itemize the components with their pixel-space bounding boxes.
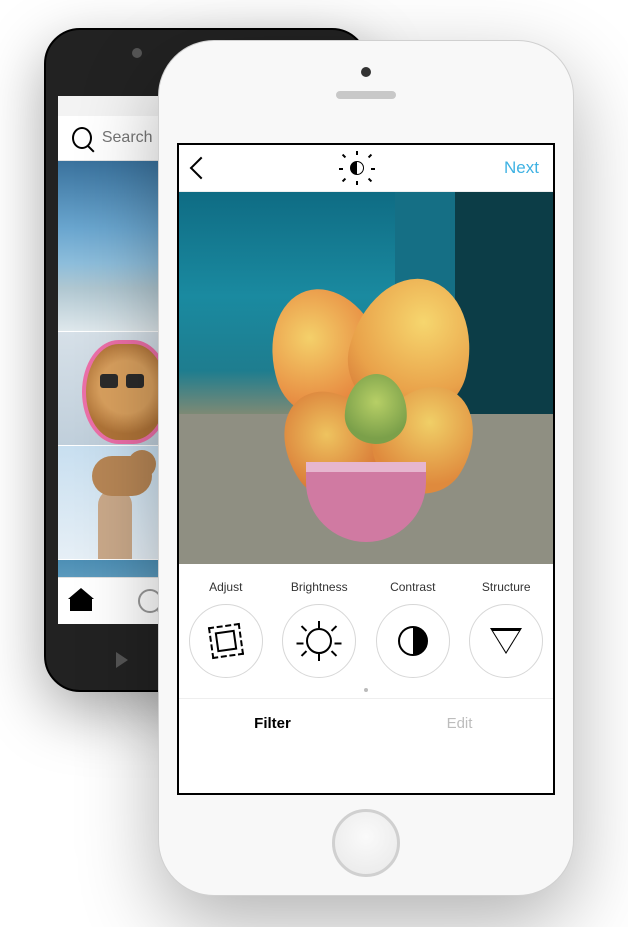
contrast-icon: [398, 626, 428, 656]
tool-label: Brightness: [291, 580, 348, 594]
foreground-phone-device: Next Adjust: [158, 40, 574, 896]
phone-camera-dot: [132, 48, 142, 58]
sunglasses-graphic: [100, 374, 144, 390]
dog-face-graphic: [128, 450, 156, 478]
tool-contrast[interactable]: Contrast: [366, 580, 460, 678]
edit-tools-strip[interactable]: Adjust Brightness: [179, 564, 553, 680]
phone-speaker-slot: [336, 91, 396, 99]
editor-tab-bar: Filter Edit: [179, 698, 553, 747]
brightness-icon: [306, 628, 332, 654]
tool-adjust[interactable]: Adjust: [179, 580, 273, 678]
editor-top-bar: Next: [179, 145, 553, 192]
search-icon: [72, 127, 92, 149]
next-button[interactable]: Next: [504, 158, 539, 178]
tool-circle: [282, 604, 356, 678]
tool-circle: [469, 604, 543, 678]
brightness-toggle-icon[interactable]: [346, 157, 368, 179]
foreground-phone-screen: Next Adjust: [177, 143, 555, 795]
phone-camera-dot: [361, 67, 371, 77]
phone-home-button[interactable]: [332, 809, 400, 877]
tool-brightness[interactable]: Brightness: [273, 580, 367, 678]
adjust-icon: [208, 623, 244, 659]
tool-label: Contrast: [390, 580, 435, 594]
tool-label: Structure: [482, 580, 531, 594]
arm-graphic: [98, 489, 132, 559]
android-back-softkey: [116, 652, 128, 668]
tool-circle: [376, 604, 450, 678]
photo-preview[interactable]: [179, 192, 553, 564]
structure-icon: [490, 628, 522, 654]
tool-label: Adjust: [209, 580, 242, 594]
cat-mirror-graphic: [82, 340, 170, 444]
page-indicator-dot: [364, 688, 368, 692]
phone-bezel-top: [159, 41, 573, 143]
tab-filter[interactable]: Filter: [179, 699, 366, 747]
tool-structure[interactable]: Structure: [460, 580, 554, 678]
tool-circle: [189, 604, 263, 678]
tab-edit[interactable]: Edit: [366, 699, 553, 747]
home-icon[interactable]: [70, 591, 92, 611]
back-chevron-icon[interactable]: [190, 157, 213, 180]
